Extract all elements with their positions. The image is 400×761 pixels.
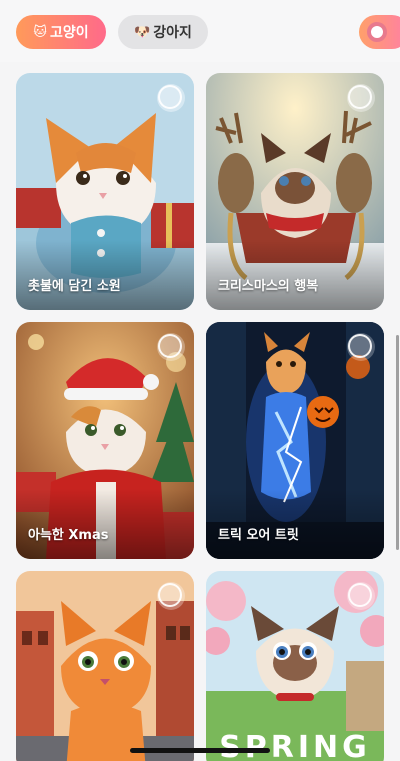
select-radio[interactable] <box>348 583 372 607</box>
select-radio[interactable] <box>348 334 372 358</box>
card-title: 촛불에 담긴 소원 <box>28 279 121 294</box>
template-card[interactable]: 아늑한 Xmas <box>16 322 194 559</box>
template-card[interactable]: SPRING <box>206 571 384 761</box>
dog-emoji-icon: 🐶 <box>134 24 151 40</box>
card-title: 크리스마스의 행복 <box>218 279 319 294</box>
select-radio[interactable] <box>348 85 372 109</box>
category-bar: 🐱 고양이 🐶 강아지 <box>0 0 400 62</box>
template-card[interactable] <box>16 571 194 761</box>
tab-dog-label: 강아지 <box>153 25 192 41</box>
cat-emoji-icon: 🐱 <box>33 24 47 40</box>
card-title: 아늑한 Xmas <box>28 528 109 543</box>
card-art-text: SPRING <box>219 730 371 761</box>
toggle-switch[interactable] <box>359 15 400 49</box>
select-radio[interactable] <box>158 334 182 358</box>
tab-cat[interactable]: 🐱 고양이 <box>16 15 106 49</box>
template-card[interactable]: 촛불에 담긴 소원 <box>16 73 194 310</box>
tab-dog[interactable]: 🐶 강아지 <box>118 15 208 49</box>
toggle-knob <box>367 22 387 42</box>
tab-cat-label: 고양이 <box>49 25 89 41</box>
home-indicator <box>130 748 270 753</box>
scrollbar[interactable] <box>396 335 399 550</box>
template-card[interactable]: 크리스마스의 행복 <box>206 73 384 310</box>
card-title: 트릭 오어 트릿 <box>218 528 299 543</box>
select-radio[interactable] <box>158 583 182 607</box>
template-card[interactable]: 트릭 오어 트릿 <box>206 322 384 559</box>
select-radio[interactable] <box>158 85 182 109</box>
